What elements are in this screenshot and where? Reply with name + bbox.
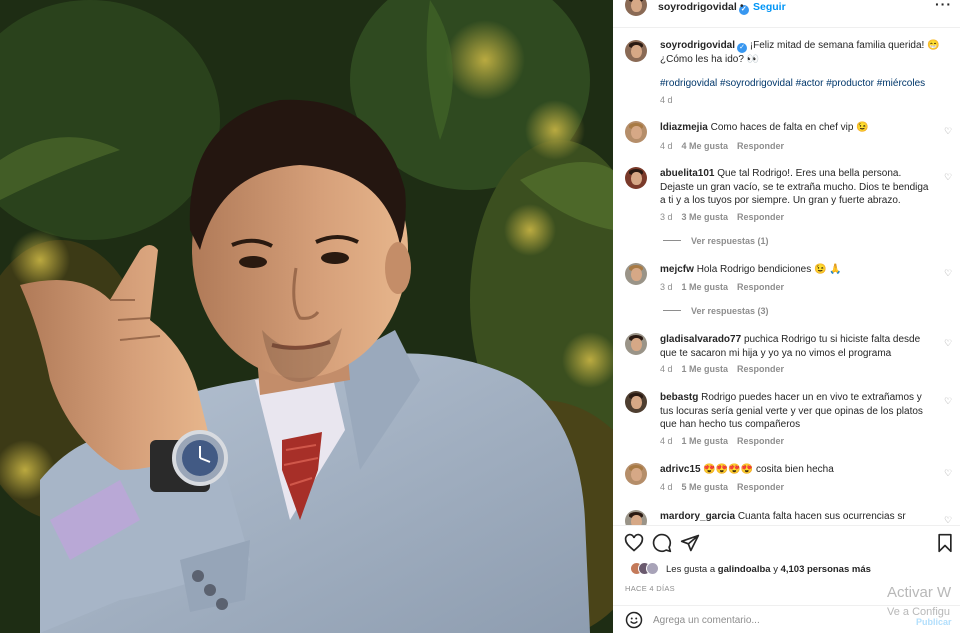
caption: soyrodrigovidal ✓ ¡Feliz mitad de semana …: [660, 39, 945, 67]
comment-time: 3 d: [660, 282, 673, 292]
like-comment-heart-icon[interactable]: ♡: [944, 468, 952, 479]
verified-badge-icon: ✓: [737, 43, 748, 53]
comment-likes[interactable]: 1 Me gusta: [682, 364, 729, 374]
more-options-icon[interactable]: ···: [935, 0, 952, 12]
comment-clipped: mardory_garcia Cuanta falta hacen sus oc…: [613, 505, 960, 525]
comment-username[interactable]: gladisalvarado77: [660, 334, 741, 345]
like-heart-icon[interactable]: [624, 533, 644, 553]
share-paper-plane-icon[interactable]: [680, 533, 700, 553]
like-comment-heart-icon[interactable]: ♡: [944, 172, 952, 183]
comment-meta: 4 d 5 Me gusta Responder: [660, 482, 793, 492]
liker-username[interactable]: galindoalba: [718, 564, 771, 575]
view-replies-button[interactable]: Ver respuestas (1): [663, 236, 769, 246]
comment-meta: 4 d 4 Me gusta Responder: [660, 141, 793, 151]
windows-activation-watermark-sub: Ve a Configu: [887, 606, 950, 618]
comment-likes[interactable]: 4 Me gusta: [682, 141, 729, 151]
save-bookmark-icon[interactable]: [935, 533, 955, 553]
comment-avatar[interactable]: [625, 263, 647, 285]
comment-avatar[interactable]: [625, 391, 647, 413]
comment-text: Rodrigo puedes hacer un en vivo te extra…: [660, 392, 923, 430]
follow-button[interactable]: Seguir: [753, 1, 786, 13]
comment-avatar[interactable]: [625, 463, 647, 485]
comment-meta: 4 d 1 Me gusta Responder: [660, 436, 793, 446]
comment-meta: 4 d 1 Me gusta Responder: [660, 364, 793, 374]
caption-hashtags[interactable]: #rodrigovidal #soyrodrigovidal #actor #p…: [660, 78, 950, 89]
publish-button[interactable]: Publicar: [916, 617, 952, 627]
liker-avatar: [646, 562, 659, 575]
post-header: soyrodrigovidal ✓ • Seguir ···: [613, 0, 960, 28]
comment-text: Hola Rodrigo bendiciones 😉 🙏: [696, 264, 842, 275]
comment-username[interactable]: ldiazmejia: [660, 122, 708, 133]
comment: mardory_garcia Cuanta falta hacen sus oc…: [660, 510, 925, 524]
man-in-suit-photo: [0, 0, 613, 633]
author-avatar[interactable]: [625, 0, 647, 16]
comment-likes[interactable]: 1 Me gusta: [682, 436, 729, 446]
dot-separator: •: [740, 1, 744, 12]
likes-count[interactable]: 4,103 personas más: [781, 564, 871, 575]
caption-username[interactable]: soyrodrigovidal: [660, 40, 735, 51]
comment-bubble-icon[interactable]: [652, 533, 672, 553]
comment: gladisalvarado77 puchica Rodrigo tu si h…: [660, 333, 935, 360]
comment-meta: 3 d 3 Me gusta Responder: [660, 212, 793, 222]
reply-button[interactable]: Responder: [737, 141, 784, 151]
comment-username[interactable]: mardory_garcia: [660, 511, 735, 522]
comment-time: 4 d: [660, 141, 673, 151]
like-comment-heart-icon[interactable]: ♡: [944, 515, 952, 525]
like-comment-heart-icon[interactable]: ♡: [944, 338, 952, 349]
like-comment-heart-icon[interactable]: ♡: [944, 268, 952, 279]
comment-avatar[interactable]: [625, 333, 647, 355]
author-username[interactable]: soyrodrigovidal ✓: [658, 1, 749, 15]
likes-summary[interactable]: Les gusta a galindoalba y 4,103 personas…: [666, 564, 871, 575]
comment-likes[interactable]: 1 Me gusta: [682, 282, 729, 292]
post-age: HACE 4 DÍAS: [625, 584, 675, 593]
comment-username[interactable]: abuelita101: [660, 168, 714, 179]
comment: mejcfw Hola Rodrigo bendiciones 😉 🙏: [660, 263, 925, 277]
smiley-icon[interactable]: [625, 611, 643, 629]
comment: adrivc15 😍😍😍😍 cosita bien hecha: [660, 463, 925, 477]
like-comment-heart-icon[interactable]: ♡: [944, 396, 952, 407]
comment: abuelita101 Que tal Rodrigo!. Eres una b…: [660, 167, 935, 208]
comment-avatar[interactable]: [625, 121, 647, 143]
comment-text: Cuanta falta hacen sus ocurrencias sr: [737, 511, 906, 522]
windows-activation-watermark: Activar W: [887, 584, 952, 601]
post-photo[interactable]: [0, 0, 613, 633]
comment: ldiazmejia Como haces de falta en chef v…: [660, 121, 925, 135]
caption-time: 4 d: [660, 95, 673, 105]
comment-avatar[interactable]: [625, 167, 647, 189]
reply-button[interactable]: Responder: [737, 482, 784, 492]
comment-time: 4 d: [660, 436, 673, 446]
comment-meta: 3 d 1 Me gusta Responder: [660, 282, 793, 292]
reply-button[interactable]: Responder: [737, 364, 784, 374]
comment-time: 4 d: [660, 364, 673, 374]
reply-button[interactable]: Responder: [737, 212, 784, 222]
reply-button[interactable]: Responder: [737, 282, 784, 292]
caption-avatar[interactable]: [625, 40, 647, 62]
like-comment-heart-icon[interactable]: ♡: [944, 126, 952, 137]
post-side-panel: soyrodrigovidal ✓ • Seguir ··· soyrodrigo…: [613, 0, 960, 633]
add-comment-input[interactable]: Agrega un comentario...: [653, 615, 760, 626]
comment-text: 😍😍😍😍 cosita bien hecha: [703, 464, 834, 475]
view-replies-button[interactable]: Ver respuestas (3): [663, 306, 769, 316]
comment-username[interactable]: bebastg: [660, 392, 698, 403]
comment-likes[interactable]: 3 Me gusta: [682, 212, 729, 222]
comment-likes[interactable]: 5 Me gusta: [682, 482, 729, 492]
comment-avatar[interactable]: [625, 510, 647, 525]
comment-username[interactable]: adrivc15: [660, 464, 701, 475]
comment-time: 4 d: [660, 482, 673, 492]
reply-button[interactable]: Responder: [737, 436, 784, 446]
comment: bebastg Rodrigo puedes hacer un en vivo …: [660, 391, 935, 432]
comment-time: 3 d: [660, 212, 673, 222]
comment-username[interactable]: mejcfw: [660, 264, 694, 275]
comment-text: Como haces de falta en chef vip 😉: [710, 122, 869, 133]
